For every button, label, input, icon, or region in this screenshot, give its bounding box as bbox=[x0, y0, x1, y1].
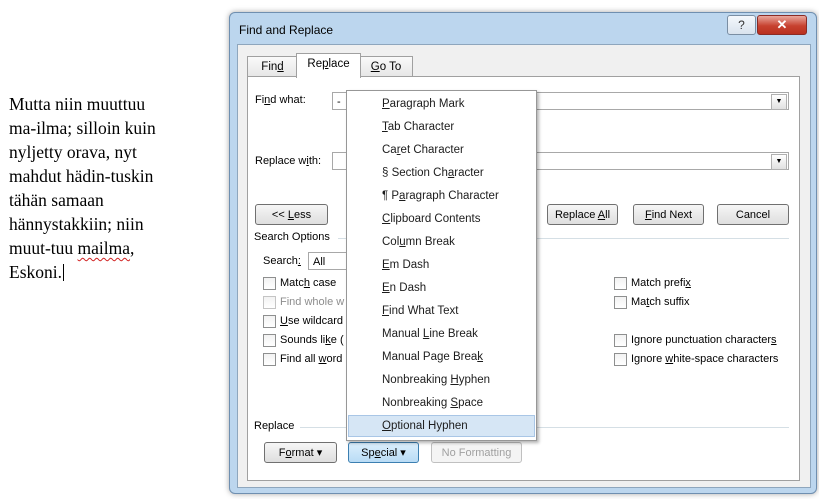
replace-with-label: Replace with: bbox=[255, 155, 322, 167]
match-suffix-checkbox[interactable] bbox=[614, 296, 627, 309]
tab-goto-label: Go To bbox=[370, 61, 402, 73]
help-button[interactable]: ? bbox=[727, 15, 756, 35]
match-case-label: Match case bbox=[280, 277, 337, 289]
less-button[interactable]: << Less bbox=[255, 204, 328, 225]
document-text[interactable]: Mutta niin muuttuu ma-ilma; silloin kuin… bbox=[9, 92, 209, 284]
chevron-down-icon[interactable]: ▼ bbox=[771, 94, 787, 110]
find-all-word-forms-label: Find all word bbox=[280, 353, 343, 365]
doc-line: tähän samaan bbox=[9, 190, 104, 210]
find-all-word-forms-checkbox[interactable] bbox=[263, 353, 276, 366]
tab-goto[interactable]: Go To bbox=[359, 56, 413, 77]
menu-item-column-break[interactable]: Column Break bbox=[348, 231, 535, 253]
doc-text: , bbox=[130, 238, 135, 258]
menu-item-caret-character[interactable]: Caret Character bbox=[348, 139, 535, 161]
tab-replace-label: Replace bbox=[307, 58, 350, 70]
match-suffix-label: Match suffix bbox=[631, 296, 690, 308]
dialog-title: Find and Replace bbox=[239, 23, 334, 37]
menu-item-em-dash[interactable]: Em Dash bbox=[348, 254, 535, 276]
find-whole-words-checkbox bbox=[263, 296, 276, 309]
match-prefix-label: Match prefix bbox=[631, 277, 691, 289]
doc-line: mahdut hädin-tuskin bbox=[9, 166, 154, 186]
tab-find-label: Find bbox=[261, 61, 284, 73]
doc-line: nyljetty orava, nyt bbox=[9, 142, 137, 162]
menu-item-manual-line-break[interactable]: Manual Line Break bbox=[348, 323, 535, 345]
search-direction-label: Search: bbox=[263, 255, 301, 267]
close-button[interactable]: ✕ bbox=[757, 15, 807, 35]
menu-item-nonbreaking-space[interactable]: Nonbreaking Space bbox=[348, 392, 535, 414]
menu-item-en-dash[interactable]: En Dash bbox=[348, 277, 535, 299]
menu-item-optional-hyphen[interactable]: Optional Hyphen bbox=[348, 415, 535, 437]
menu-item-nonbreaking-hyphen[interactable]: Nonbreaking Hyphen bbox=[348, 369, 535, 391]
use-wildcards-checkbox[interactable] bbox=[263, 315, 276, 328]
sounds-like-label: Sounds like ( bbox=[280, 334, 344, 346]
spelling-error-word[interactable]: mailma bbox=[78, 238, 130, 258]
menu-item-section-character[interactable]: § Section Character bbox=[348, 162, 535, 184]
match-case-checkbox[interactable] bbox=[263, 277, 276, 290]
replace-section-title: Replace bbox=[254, 420, 295, 432]
search-options-title: Search Options bbox=[254, 231, 330, 243]
menu-item-manual-page-break[interactable]: Manual Page Break bbox=[348, 346, 535, 368]
replace-all-button[interactable]: Replace All bbox=[547, 204, 618, 225]
doc-line: Mutta niin muuttuu bbox=[9, 94, 146, 114]
doc-text: Eskoni. bbox=[9, 262, 62, 282]
title-bar[interactable]: Find and Replace ? ✕ bbox=[230, 13, 816, 45]
search-direction-value: All bbox=[313, 256, 326, 268]
tab-find[interactable]: Find bbox=[247, 56, 298, 77]
ignore-whitespace-label: Ignore white-space characters bbox=[631, 353, 779, 365]
match-prefix-checkbox[interactable] bbox=[614, 277, 627, 290]
use-wildcards-label: Use wildcard bbox=[280, 315, 343, 327]
format-button[interactable]: Format ▾ bbox=[264, 442, 337, 463]
special-button[interactable]: Special ▾ bbox=[348, 442, 419, 463]
tab-replace[interactable]: Replace bbox=[296, 53, 361, 78]
doc-line: ma-ilma; silloin kuin bbox=[9, 118, 156, 138]
find-what-label: Find what: bbox=[255, 94, 306, 106]
search-direction-select[interactable]: All bbox=[308, 252, 348, 270]
doc-text: muut-tuu bbox=[9, 238, 78, 258]
menu-item-find-what-text[interactable]: Find What Text bbox=[348, 300, 535, 322]
find-next-button[interactable]: Find Next bbox=[633, 204, 704, 225]
text-cursor bbox=[63, 264, 64, 281]
sounds-like-checkbox[interactable] bbox=[263, 334, 276, 347]
chevron-down-icon[interactable]: ▼ bbox=[771, 154, 787, 170]
cancel-button[interactable]: Cancel bbox=[717, 204, 789, 225]
doc-line: hännystakkiin; niin bbox=[9, 214, 144, 234]
menu-item-paragraph-character[interactable]: ¶ Paragraph Character bbox=[348, 185, 535, 207]
find-whole-words-label: Find whole w bbox=[280, 296, 345, 308]
ignore-punctuation-checkbox[interactable] bbox=[614, 334, 627, 347]
ignore-punctuation-label: Ignore punctuation characters bbox=[631, 334, 777, 346]
menu-item-paragraph-mark[interactable]: Paragraph Mark bbox=[348, 93, 535, 115]
menu-item-tab-character[interactable]: Tab Character bbox=[348, 116, 535, 138]
doc-line: muut-tuu mailma, bbox=[9, 236, 209, 260]
ignore-whitespace-checkbox[interactable] bbox=[614, 353, 627, 366]
special-dropdown-menu: Paragraph Mark Tab Character Caret Chara… bbox=[346, 90, 537, 441]
no-formatting-button: No Formatting bbox=[431, 442, 522, 463]
menu-item-clipboard-contents[interactable]: Clipboard Contents bbox=[348, 208, 535, 230]
doc-line: Eskoni. bbox=[9, 260, 209, 284]
find-what-value: - bbox=[337, 96, 341, 108]
